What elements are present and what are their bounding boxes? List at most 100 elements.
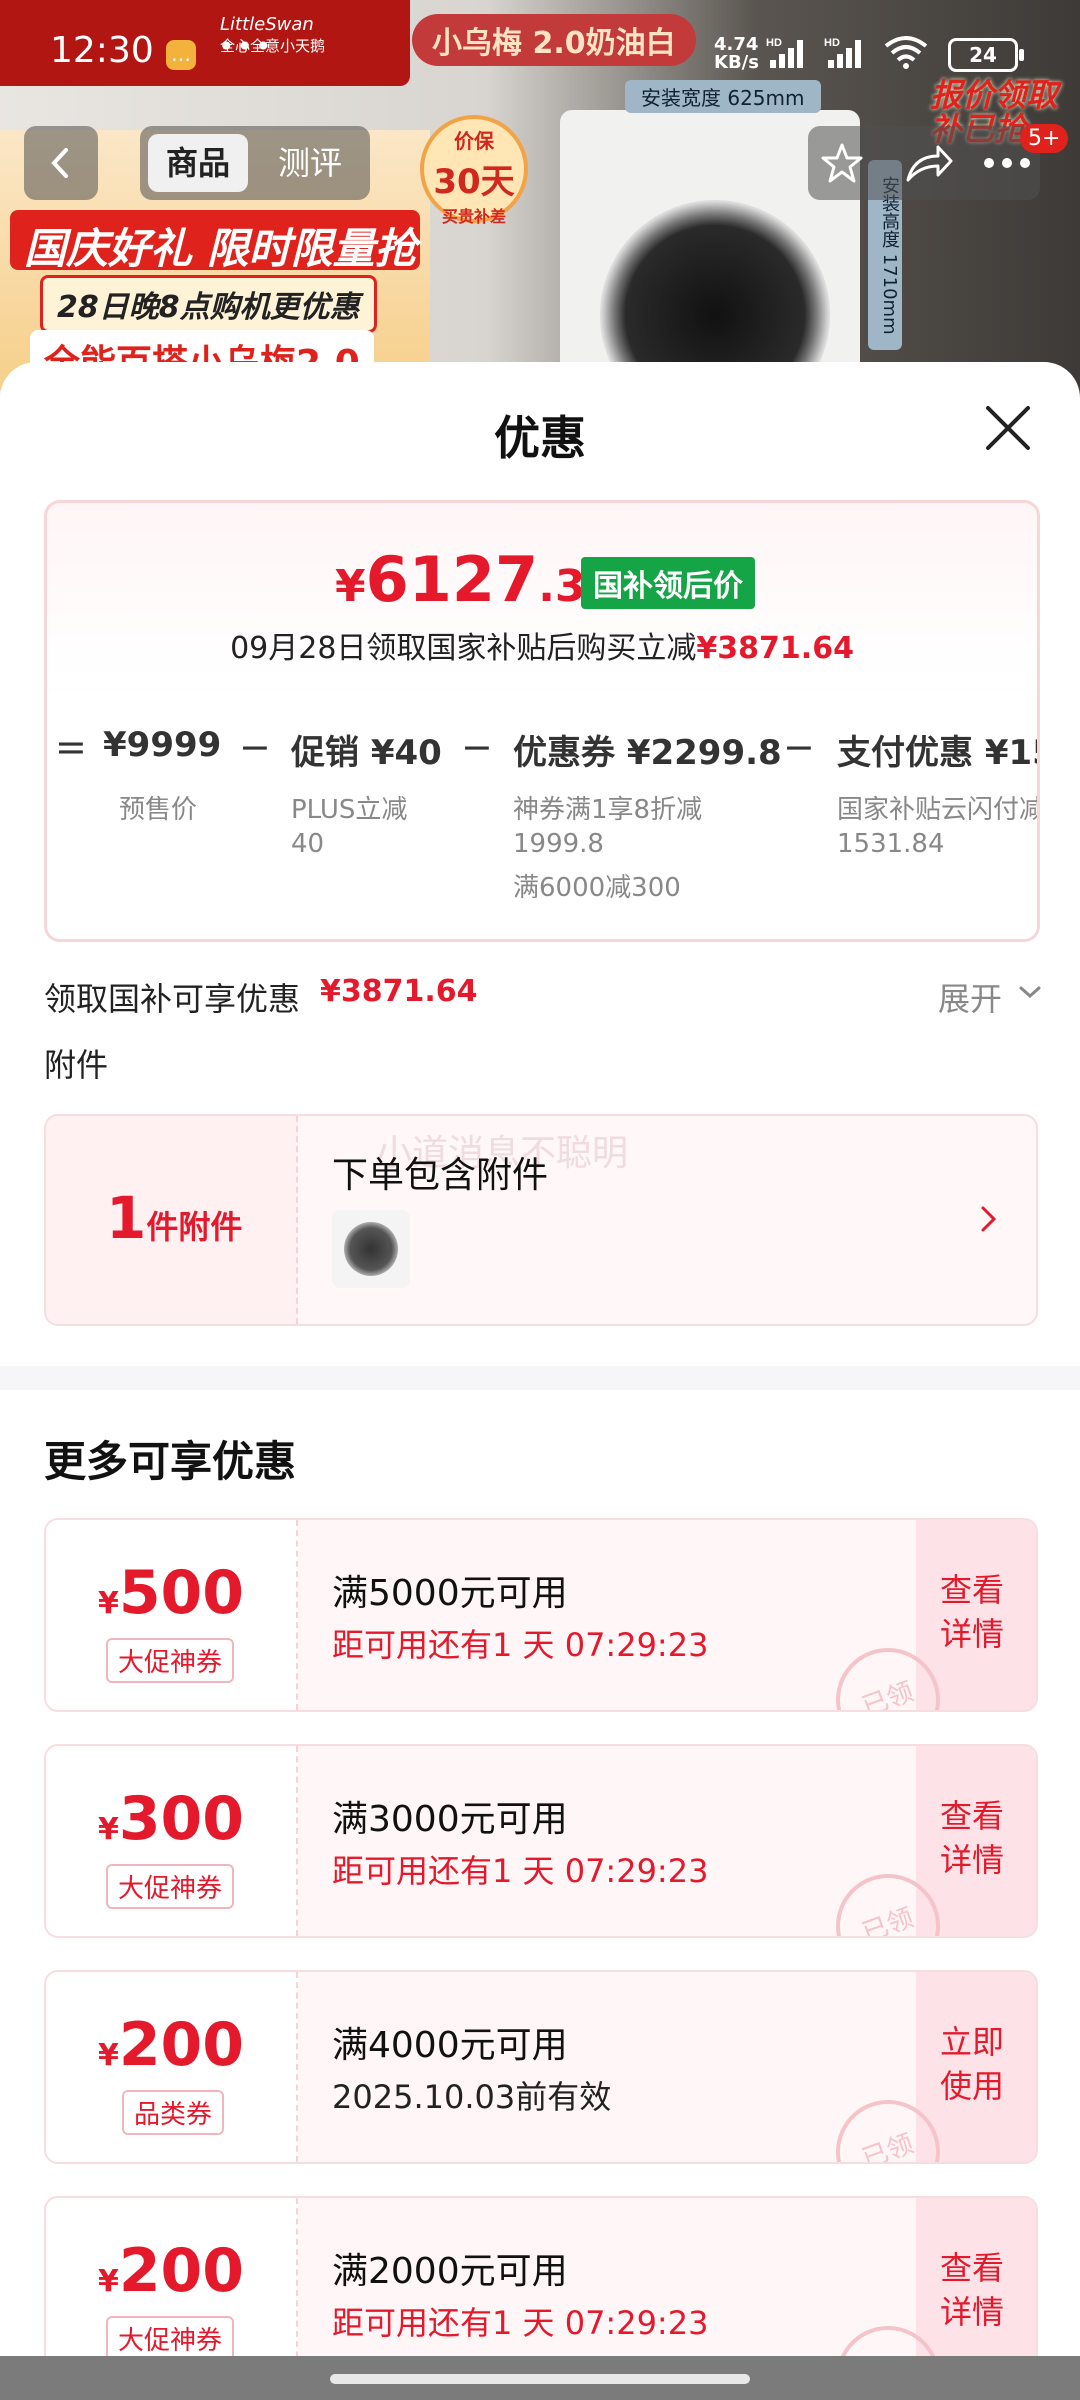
payment-discount-amount: 1531.84 (837, 829, 945, 859)
chat-notification-icon: … (166, 40, 196, 70)
chevron-right-icon (981, 1206, 997, 1232)
coupon-countdown: 距可用还有1 天 07:29:23 (332, 2304, 709, 2342)
coupon-countdown: 距可用还有1 天 07:29:23 (332, 1852, 709, 1890)
sheet-title: 优惠 (494, 411, 586, 465)
coupon-type: 品类券 (122, 2090, 225, 2135)
signal2-label: HD (824, 37, 840, 49)
coupon-discount-amount: 1999.8 (513, 829, 604, 859)
accessory-title: 下单包含附件 (332, 1155, 549, 1196)
gov-subsidy-amount: ¥3871.64 (320, 974, 478, 1009)
final-price-integer: 6127 (365, 543, 539, 616)
minus-sign: − (239, 725, 271, 769)
guarantee-top: 价保 (454, 129, 494, 153)
coupon-discount: 优惠券 ¥2299.8 (513, 733, 782, 773)
chevron-down-icon (1019, 986, 1041, 999)
more-badge: 5+ (1020, 124, 1069, 153)
product-tabs: 商品 测评 (140, 126, 370, 200)
guarantee-days: 30天 (433, 162, 515, 202)
coupon-condition: 满4000元可用 (332, 2025, 568, 2066)
accessory-card[interactable]: 1件附件 小道消息不聪明 下单包含附件 (44, 1114, 1038, 1326)
price-summary-card: ¥6127.36 国补领后价 09月28日领取国家补贴后购买立减¥3871.64… (44, 500, 1040, 942)
tab-review[interactable]: 测评 (278, 134, 342, 192)
more-offers-heading: 更多可享优惠 (44, 1437, 297, 1486)
section-divider (0, 1366, 1080, 1390)
expand-label: 展开 (938, 980, 1003, 1018)
tab-goods[interactable]: 商品 (148, 134, 248, 192)
coupon-card[interactable]: ¥200 品类券 满4000元可用 2025.10.03前有效 立即使用 已领 (44, 1970, 1038, 2164)
price-guarantee-badge: 价保 30天 买贵补差 (420, 115, 528, 226)
chevron-left-icon (51, 148, 68, 178)
equals-sign: = (55, 725, 87, 769)
promo-discount: 促销 ¥40 (291, 733, 442, 773)
gov-subsidy-label: 领取国补可享优惠 (44, 980, 301, 1018)
saving-text: 09月28日领取国家补贴后购买立减 (230, 631, 697, 666)
gov-subsidy-tag: 国补领后价 (581, 557, 755, 609)
coupon-value: 500 (118, 1558, 245, 1628)
star-icon[interactable] (820, 142, 864, 184)
coupon-condition: 满3000元可用 (332, 1799, 568, 1840)
promo-discount-desc: PLUS立减 (291, 795, 408, 825)
presale-price: ¥9999 (103, 725, 222, 765)
promo-subline: 28日晚8点购机更优惠 (40, 275, 377, 333)
coupon-action-label: 查看详情 (940, 2249, 1005, 2331)
coupon-card[interactable]: ¥500 大促神券 满5000元可用 距可用还有1 天 07:29:23 查看详… (44, 1518, 1038, 1712)
payment-discount-desc: 国家补贴云闪付减 (837, 795, 1040, 825)
washer-door-image (344, 1222, 398, 1276)
share-icon[interactable] (904, 142, 954, 184)
coupon-condition: 满5000元可用 (332, 1573, 568, 1614)
accessory-count-unit: 件附件 (146, 1208, 243, 1246)
discount-sheet: 优惠 ¥6127.36 国补领后价 09月28日领取国家补贴后购买立减¥3871… (0, 362, 1080, 2400)
coupon-amount: ¥500 (46, 1558, 296, 1628)
coupon-currency: ¥ (97, 2264, 119, 2299)
final-price-symbol: ¥ (335, 561, 366, 612)
coupon-action-label: 查看详情 (940, 1571, 1005, 1653)
coupon-value: 200 (118, 2236, 245, 2306)
coupon-expiry: 2025.10.03前有效 (332, 2078, 612, 2116)
coupon-discount-desc: 神券满1享8折减 (513, 795, 703, 825)
coupon-currency: ¥ (97, 1586, 119, 1621)
minus-sign: − (461, 725, 493, 769)
coupon-action-label: 立即使用 (940, 2023, 1005, 2105)
coupon-amount: ¥200 (46, 2236, 296, 2306)
coupon-countdown: 距可用还有1 天 07:29:23 (332, 1626, 709, 1664)
presale-label: 预售价 (119, 795, 198, 825)
coupon-discount-desc2: 满6000减300 (513, 873, 681, 903)
more-dots-icon[interactable] (982, 156, 1032, 170)
battery-indicator: 24 (948, 38, 1024, 72)
back-button[interactable] (24, 126, 98, 200)
accessory-heading: 附件 (44, 1046, 109, 1084)
coupon-amount: ¥200 (46, 2010, 296, 2080)
coupon-type: 大促神券 (106, 1638, 235, 1683)
home-indicator[interactable] (330, 2374, 750, 2384)
minus-sign: − (783, 725, 815, 769)
coupon-value: 200 (118, 2010, 245, 2080)
cell-signal-icon: HD (766, 37, 803, 68)
coupon-type: 大促神券 (106, 2316, 235, 2361)
payment-discount: 支付优惠 ¥15 (837, 733, 1040, 773)
coupon-amount: ¥300 (46, 1784, 296, 1854)
saving-amount: ¥3871.64 (696, 631, 854, 666)
cell-signal-icon: HD (824, 37, 861, 68)
coupon-currency: ¥ (97, 2038, 119, 2073)
coupon-card[interactable]: ¥300 大促神券 满3000元可用 距可用还有1 天 07:29:23 查看详… (44, 1744, 1038, 1938)
expand-button[interactable]: 展开 (938, 974, 1041, 1020)
network-speed-unit: KB/s (714, 52, 759, 73)
product-actions (808, 126, 1040, 200)
status-time: 12:30 (50, 30, 154, 71)
more-notifications-icon: ••• (218, 30, 274, 63)
final-price: ¥6127.36 (335, 543, 616, 616)
product-banner: 小乌梅 2.0奶油白 (412, 14, 696, 66)
promo-headline: 国庆好礼 限时限量抢 (24, 224, 417, 273)
saving-description: 09月28日领取国家补贴后购买立减¥3871.64 (47, 623, 1037, 667)
network-speed: 4.74 KB/s (714, 36, 759, 72)
coupon-type: 大促神券 (106, 1864, 235, 1909)
coupon-value: 300 (118, 1784, 245, 1854)
close-icon[interactable] (980, 400, 1036, 456)
promo-discount-amount: 40 (291, 829, 325, 859)
accessory-count-number: 1 (106, 1184, 147, 1252)
guarantee-bottom: 买贵补差 (441, 207, 506, 226)
accessory-count: 1件附件 (106, 1184, 242, 1252)
coupon-condition: 满2000元可用 (332, 2251, 568, 2292)
accessory-thumbnail (332, 1210, 410, 1288)
signal1-label: HD (766, 37, 782, 49)
